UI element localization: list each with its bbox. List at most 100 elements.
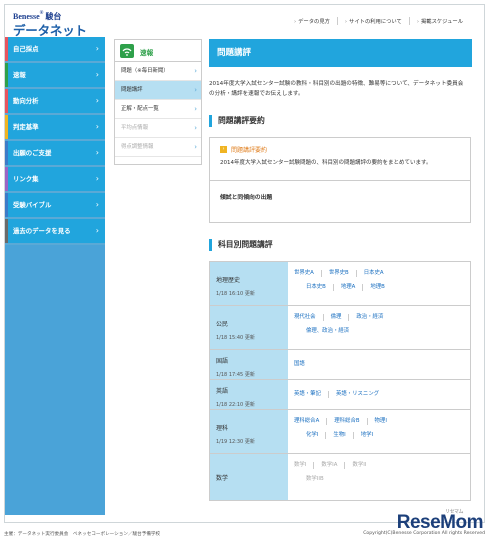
top-link-data-guide[interactable]: › データの見方 [287, 17, 337, 25]
chevron-right-icon: › [95, 96, 99, 105]
left-nav-item[interactable]: 速報 › [5, 63, 105, 87]
nav-color-stripe [5, 193, 8, 217]
sub-nav-item[interactable]: 平均点情報 › [115, 119, 201, 138]
top-link-site-usage[interactable]: › サイトの利用について [336, 17, 409, 25]
left-nav-label: 動向分析 [13, 97, 39, 105]
subject-link[interactable]: 日本史A [355, 270, 391, 277]
subject-link[interactable]: 物理I [366, 418, 394, 425]
chevron-right-icon: › [95, 200, 99, 209]
sub-nav-item[interactable]: 正解・配点一覧 › [115, 100, 201, 119]
subject-header-cell: 公民 1/18 15:40 更新 [210, 306, 288, 349]
chevron-right-icon: › [194, 105, 197, 113]
subject-link[interactable]: 地理B [362, 284, 391, 291]
chevron-right-icon: › [95, 148, 99, 157]
subject-row: 国語 1/18 17:45 更新 国語 [210, 350, 470, 380]
nav-color-stripe [5, 219, 8, 243]
subjects-table: 地理歴史 1/18 16:10 更新 世界史A 世界史B 日本史A 日本史B 地理A 地理B 公… [209, 261, 471, 501]
subject-link[interactable]: 世界史B [320, 270, 356, 277]
sub-nav-label: 問題講評 [121, 87, 143, 93]
subject-link[interactable]: 地理A [332, 284, 362, 291]
subject-link: 数学IA [313, 462, 344, 469]
subject-link[interactable]: 生物I [325, 432, 352, 439]
left-nav-label: リンク集 [13, 175, 39, 183]
sub-nav-label: 平均点情報 [121, 125, 148, 131]
sub-nav-item[interactable]: 問題講評 › [115, 81, 201, 100]
arrow-icon: › [220, 146, 227, 153]
nav-color-stripe [5, 167, 8, 191]
sub-navigation: 速報 問題（※毎日新聞） › 問題講評 › 正解・配点一覧 › 平均点情報 › 得点調整情報 › [114, 39, 202, 165]
subject-link[interactable]: 倫理 [322, 314, 349, 321]
subject-header-cell: 理科 1/19 12:30 更新 [210, 410, 288, 453]
subject-link[interactable]: 倫理、政治・経済 [306, 328, 356, 335]
chevron-right-icon: › [95, 122, 99, 131]
sub-nav-label: 問題（※毎日新聞） [121, 68, 169, 74]
subject-link[interactable]: 英語・筆記 [294, 391, 328, 398]
subject-links-cell: 英語・筆記 英語・リスニング [288, 380, 470, 409]
left-nav-label: 過去のデータを見る [13, 227, 71, 235]
subject-row: 公民 1/18 15:40 更新 現代社会 倫理 政治・経済倫理、政治・経済 [210, 306, 470, 350]
subject-link[interactable]: 理科総合A [294, 418, 326, 425]
nav-color-stripe [5, 37, 8, 61]
sub-nav-label: 得点調整情報 [121, 144, 154, 150]
left-nav-label: 受験バイブル [13, 201, 52, 209]
update-time: 1/18 17:45 更新 [216, 372, 255, 378]
subject-name: 英語 [216, 388, 229, 395]
subject-name: 公民 [216, 321, 229, 328]
subject-link[interactable]: 現代社会 [294, 314, 323, 321]
left-nav-item[interactable]: 受験バイブル › [5, 193, 105, 217]
resemom-watermark: リセマム ReseMom [396, 509, 484, 533]
subject-header-cell: 数学 [210, 454, 288, 500]
sub-nav-label: 正解・配点一覧 [121, 106, 159, 112]
subject-link[interactable]: 化学I [306, 432, 325, 439]
subject-link[interactable]: 英語・リスニング [327, 391, 386, 398]
left-nav-label: 出願のご支援 [13, 149, 52, 157]
subject-row: 地理歴史 1/18 16:10 更新 世界史A 世界史B 日本史A 日本史B 地理A 地理B [210, 262, 470, 306]
summary-link[interactable]: 問題講評要約 [231, 145, 267, 154]
subject-link[interactable]: 日本史B [306, 284, 333, 291]
subject-links-cell: 理科総合A 理科総合B 物理I 化学I 生物I 地学I [288, 410, 470, 453]
nav-color-stripe [5, 63, 8, 87]
update-time: 1/18 22:10 更新 [216, 402, 255, 408]
subject-link[interactable]: 政治・経済 [348, 314, 390, 321]
subject-link[interactable]: 国語 [294, 361, 312, 368]
nav-color-stripe [5, 115, 8, 139]
summary-box: › 問題講評要約 2014年度大学入試センター試験問題の、科目別の問題講評の要約… [209, 137, 471, 223]
sub-nav-title: 速報 [140, 49, 154, 57]
left-nav-item[interactable]: リンク集 › [5, 167, 105, 191]
subject-link: 数学II [344, 462, 373, 469]
subject-row: 理科 1/19 12:30 更新 理科総合A 理科総合B 物理I 化学I 生物I 地学I [210, 410, 470, 454]
subject-link: 数学IIB [306, 476, 324, 482]
update-time: 1/19 12:30 更新 [216, 439, 255, 445]
chevron-right-icon: › [194, 86, 197, 94]
footer-organizer: 主催：データネット実行委員会 ベネッセコーポレーション／駿台予備学校 [4, 532, 161, 537]
left-nav-item[interactable]: 過去のデータを見る › [5, 219, 105, 243]
subject-link[interactable]: 地学I [352, 432, 380, 439]
subject-row: 英語 1/18 22:10 更新 英語・筆記 英語・リスニング [210, 380, 470, 410]
subject-link[interactable]: 世界史A [294, 270, 321, 277]
update-time: 1/18 16:10 更新 [216, 291, 255, 297]
left-nav-item[interactable]: 動向分析 › [5, 89, 105, 113]
chevron-right-icon: › [95, 174, 99, 183]
summary-heading: 問題講評要約 [209, 115, 472, 127]
sub-nav-item[interactable]: 得点調整情報 › [115, 138, 201, 157]
chevron-right-icon: › [194, 143, 197, 151]
left-nav-item[interactable]: 判定基準 › [5, 115, 105, 139]
sub-nav-header: 速報 [115, 40, 201, 62]
page-title: 問題講評 [209, 39, 472, 67]
intro-text: 2014年度大学入試センター試験の教科・科目別の出題の特徴、難易等について、デー… [209, 81, 464, 97]
nav-color-stripe [5, 141, 8, 165]
summary-text: 2014年度大学入試センター試験問題の、科目別の問題講評の要約をまとめています。 [220, 160, 432, 166]
sub-nav-item[interactable]: 問題（※毎日新聞） › [115, 62, 201, 81]
subject-link[interactable]: 理科総合B [326, 418, 366, 425]
left-nav-label: 判定基準 [13, 123, 39, 131]
left-nav-item[interactable]: 出願のご支援 › [5, 141, 105, 165]
chevron-right-icon: › [95, 226, 99, 235]
chevron-right-icon: › [194, 124, 197, 132]
left-nav-item[interactable]: 自己採点 › [5, 37, 105, 61]
wifi-icon [120, 44, 134, 58]
update-time: 1/18 15:40 更新 [216, 335, 255, 341]
subjects-heading: 科目別問題講評 [209, 239, 472, 251]
top-link-schedule[interactable]: › 掲載スケジュール [408, 17, 470, 25]
site-logo[interactable]: Benesse® 駿台 データネット2014 [7, 7, 104, 54]
subject-links-cell: 現代社会 倫理 政治・経済倫理、政治・経済 [288, 306, 470, 349]
